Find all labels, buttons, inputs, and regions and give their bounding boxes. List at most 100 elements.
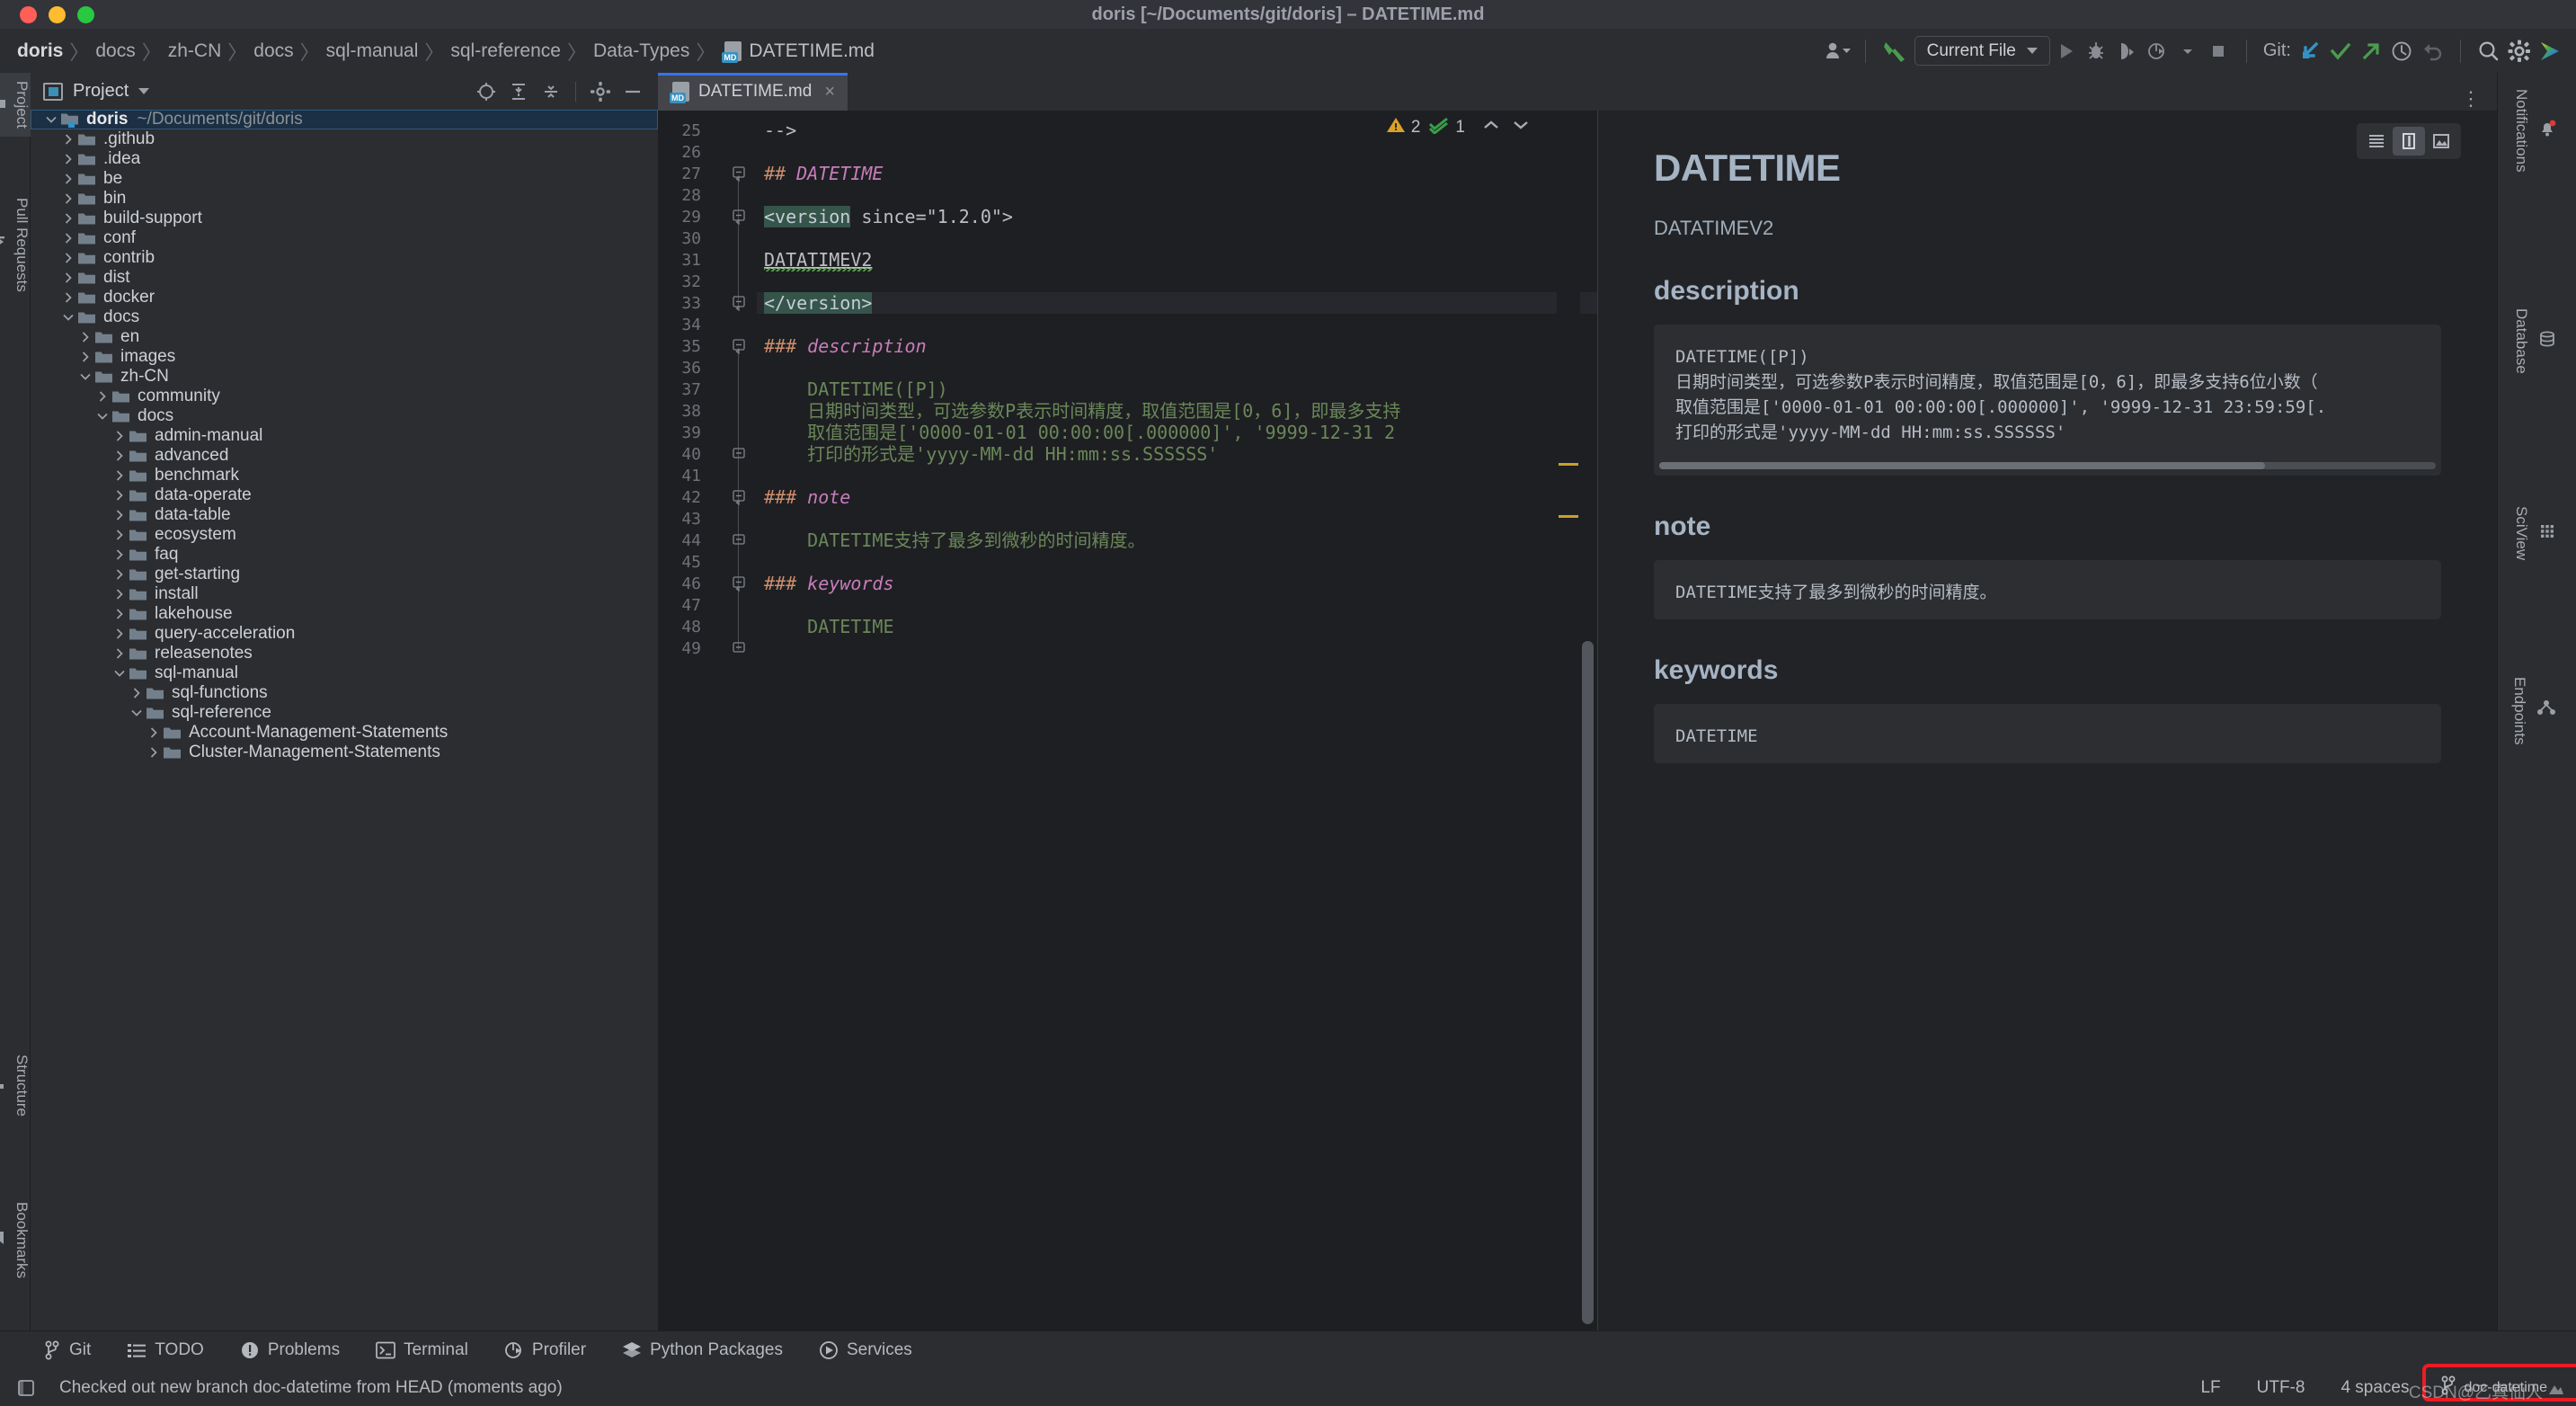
tree-item-dist[interactable]: dist — [31, 268, 658, 288]
inspection-widget[interactable]: 2 1 — [1386, 116, 1532, 139]
breadcrumb-item-docs[interactable]: docs — [91, 40, 139, 62]
tab-datetime-md[interactable]: DATETIME.md × — [658, 73, 848, 111]
chevron-right-icon[interactable] — [110, 430, 129, 442]
chevron-right-icon[interactable] — [127, 687, 146, 699]
tree-item-faq[interactable]: faq — [31, 545, 658, 565]
project-file-tree[interactable]: doris ~/Documents/git/doris .github .idea be… — [31, 110, 658, 1367]
tree-item-doris[interactable]: doris ~/Documents/git/doris — [31, 110, 658, 129]
split-view-icon[interactable] — [2393, 127, 2425, 156]
fold-toggle-icon[interactable] — [733, 533, 745, 546]
chevron-right-icon[interactable] — [58, 291, 77, 304]
tree-item-docs[interactable]: docs — [31, 307, 658, 327]
chevron-down-icon[interactable] — [110, 668, 129, 679]
fold-toggle-icon[interactable] — [733, 339, 745, 355]
chevron-down-icon[interactable] — [2172, 36, 2203, 67]
sidebar-item-pull-requests[interactable]: Pull Requests — [0, 190, 31, 300]
breadcrumb-item-data-types[interactable]: Data-Types — [589, 40, 694, 62]
code-line[interactable]: 打印的形式是'yyyy-MM-dd HH:mm:ss.SSSSSS' — [764, 443, 1218, 465]
chevron-right-icon[interactable] — [110, 529, 129, 541]
breadcrumb-item-sql-manual[interactable]: sql-manual — [322, 40, 423, 62]
tree-item-query-acceleration[interactable]: query-acceleration — [31, 624, 658, 644]
chevron-right-icon[interactable] — [110, 608, 129, 620]
line-separator-indicator[interactable]: LF — [2182, 1378, 2238, 1398]
more-options-icon[interactable]: ⋮ — [2461, 87, 2483, 111]
breadcrumb-item-zh-cn[interactable]: zh-CN — [164, 40, 227, 62]
profile-icon[interactable] — [2142, 36, 2172, 67]
fold-toggle-icon[interactable] — [733, 296, 745, 312]
editor-marker-bar[interactable] — [1557, 111, 1580, 1367]
code-line[interactable]: ## DATETIME — [764, 163, 883, 184]
locate-icon[interactable] — [472, 77, 501, 106]
tree-item--github[interactable]: .github — [31, 129, 658, 149]
chevron-right-icon[interactable] — [110, 568, 129, 581]
git-push-icon[interactable] — [2356, 36, 2386, 67]
run-icon[interactable] — [2050, 36, 2081, 67]
encoding-indicator[interactable]: UTF-8 — [2239, 1378, 2323, 1398]
chevron-right-icon[interactable] — [58, 252, 77, 264]
tree-item-data-operate[interactable]: data-operate — [31, 485, 658, 505]
fold-toggle-icon[interactable] — [733, 641, 745, 654]
editor-gutter[interactable]: 25 26 27 28 29 30 31 32 33 34 35 36 37 38 39 40 41 42 43 44… — [658, 111, 757, 1367]
chevron-up-icon[interactable] — [1480, 117, 1502, 138]
tree-item-advanced[interactable]: advanced — [31, 446, 658, 466]
stop-icon[interactable] — [2203, 36, 2234, 67]
expand-all-icon[interactable] — [504, 77, 533, 106]
collapse-all-icon[interactable] — [537, 77, 565, 106]
build-hammer-icon[interactable] — [1879, 36, 1909, 67]
preview-code-scrollbar[interactable] — [1659, 462, 2436, 469]
tree-item-install[interactable]: install — [31, 584, 658, 604]
tree-item-images[interactable]: images — [31, 347, 658, 367]
tool-window-problems[interactable]: Problems — [222, 1331, 358, 1370]
chevron-right-icon[interactable] — [58, 153, 77, 165]
history-icon[interactable] — [2386, 36, 2417, 67]
tree-item-sql-functions[interactable]: sql-functions — [31, 683, 658, 703]
chevron-right-icon[interactable] — [110, 469, 129, 482]
sidebar-item-notifications[interactable]: Notifications — [2512, 78, 2556, 183]
markdown-source-editor[interactable]: 2 1 25 26 27 28 29 30 31 32 33 34 35 36 37 38 39 40 41 42… — [658, 111, 1598, 1367]
code-line[interactable]: DATETIME支持了最多到微秒的时间精度。 — [764, 529, 1145, 551]
chevron-right-icon[interactable] — [110, 647, 129, 660]
fold-toggle-icon[interactable] — [733, 490, 745, 506]
hide-panel-icon[interactable] — [618, 77, 647, 106]
code-line[interactable]: DATETIME([P]) — [764, 378, 948, 400]
tree-item--idea[interactable]: .idea — [31, 149, 658, 169]
debug-icon[interactable] — [2081, 36, 2111, 67]
fold-toggle-icon[interactable] — [733, 209, 745, 226]
tool-window-python-packages[interactable]: Python Packages — [604, 1331, 801, 1370]
sidebar-item-endpoints[interactable]: Endpoints — [2510, 666, 2556, 756]
preview-only-icon[interactable] — [2425, 127, 2457, 156]
tree-item-bin[interactable]: bin — [31, 189, 658, 209]
tree-item-community[interactable]: community — [31, 387, 658, 406]
chevron-down-icon[interactable] — [93, 411, 111, 422]
tree-item-be[interactable]: be — [31, 169, 658, 189]
project-title-dropdown[interactable]: Project — [43, 81, 150, 102]
marker-warning[interactable] — [1559, 463, 1578, 466]
chevron-right-icon[interactable] — [76, 351, 94, 363]
run-with-coverage-icon[interactable] — [2111, 36, 2142, 67]
marker-warning[interactable] — [1559, 515, 1578, 518]
tree-item-get-starting[interactable]: get-starting — [31, 565, 658, 584]
code-line[interactable]: 日期时间类型，可选参数P表示时间精度，取值范围是[0，6]，即最多支持 — [764, 400, 1400, 422]
tree-item-ecosystem[interactable]: ecosystem — [31, 525, 658, 545]
breadcrumb-item-doris[interactable]: doris — [13, 40, 67, 62]
sidebar-item-sciview[interactable]: SciView — [2512, 495, 2556, 571]
tool-window-profiler[interactable]: Profiler — [486, 1331, 604, 1370]
breadcrumb-item-docs[interactable]: docs — [249, 40, 298, 62]
code-line[interactable]: --> — [764, 120, 796, 141]
tree-item-docker[interactable]: docker — [31, 288, 658, 307]
chevron-right-icon[interactable] — [58, 232, 77, 245]
editor-scrollbar[interactable] — [1582, 641, 1594, 1324]
rollback-icon[interactable] — [2417, 36, 2447, 67]
fold-toggle-icon[interactable] — [733, 166, 745, 182]
code-line[interactable]: DATETIME — [764, 616, 893, 637]
warning-count-group[interactable]: 2 — [1386, 116, 1420, 139]
chevron-right-icon[interactable] — [93, 390, 111, 403]
breadcrumb-file[interactable]: DATETIME.md — [717, 40, 875, 63]
chevron-right-icon[interactable] — [58, 133, 77, 146]
tree-item-sql-reference[interactable]: sql-reference — [31, 703, 658, 723]
settings-gear-icon[interactable] — [586, 77, 615, 106]
chevron-down-icon[interactable] — [58, 312, 77, 323]
fold-toggle-icon[interactable] — [733, 447, 745, 459]
editor-only-icon[interactable] — [2360, 127, 2393, 156]
sidebar-item-project[interactable]: Project — [0, 73, 31, 137]
